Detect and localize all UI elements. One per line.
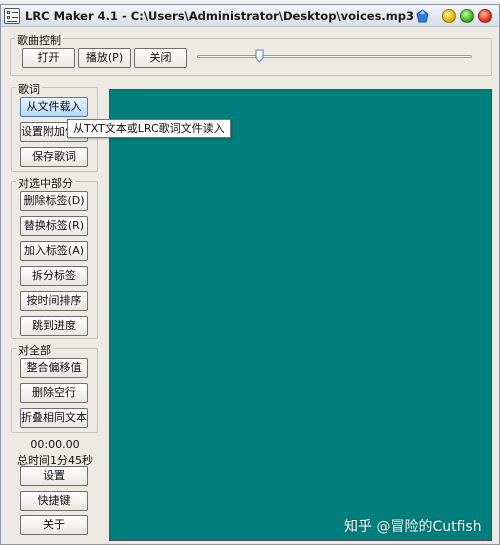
jump-to-progress-button[interactable]: 跳到进度	[20, 316, 88, 336]
load-tooltip: 从TXT文本或LRC歌词文件读入	[67, 119, 231, 138]
watermark: 知乎 @冒险的Cutfish	[344, 519, 482, 535]
delete-blank-lines-button[interactable]: 删除空行	[20, 383, 88, 403]
load-from-file-button[interactable]: 从文件载入	[20, 97, 88, 117]
sort-by-time-button[interactable]: 按时间排序	[20, 291, 88, 311]
window-title: LRC Maker 4.1 - C:\Users\Administrator\D…	[25, 9, 415, 23]
close-window-button[interactable]	[478, 9, 492, 23]
lrc-maker-window: LRC Maker 4.1 - C:\Users\Administrator\D…	[0, 4, 500, 545]
song-control-label: 歌曲控制	[15, 32, 63, 48]
merge-offset-button[interactable]: 整合偏移值	[20, 358, 88, 378]
open-button[interactable]: 打开	[22, 48, 75, 68]
settings-button[interactable]: 设置	[20, 466, 88, 486]
save-lyrics-button[interactable]: 保存歌词	[20, 147, 88, 167]
gem-icon[interactable]	[416, 9, 429, 23]
delete-tag-button[interactable]: 删除标签(D)	[20, 191, 88, 211]
close-button[interactable]: 关闭	[134, 48, 187, 68]
app-icon	[4, 8, 20, 24]
replace-tag-button[interactable]: 替换标签(R)	[20, 216, 88, 236]
play-button[interactable]: 播放(P)	[78, 48, 131, 68]
about-button[interactable]: 关于	[20, 515, 88, 535]
split-tag-button[interactable]: 拆分标签	[20, 266, 88, 286]
title-bar[interactable]: LRC Maker 4.1 - C:\Users\Administrator\D…	[1, 5, 499, 27]
fold-same-text-button[interactable]: 折叠相同文本	[20, 408, 88, 428]
current-time: 00:00.00	[30, 438, 80, 451]
shortcuts-button[interactable]: 快捷键	[20, 491, 88, 511]
progress-slider-track[interactable]	[197, 55, 472, 58]
selected-part-label: 对选中部分	[16, 175, 75, 191]
minimize-button[interactable]	[442, 9, 456, 23]
lyrics-editor-area[interactable]	[109, 89, 492, 541]
maximize-button[interactable]	[460, 9, 474, 23]
add-tag-button[interactable]: 加入标签(A)	[20, 241, 88, 261]
progress-slider-thumb[interactable]	[255, 49, 264, 63]
lyrics-label: 歌词	[16, 81, 42, 97]
all-label: 对全部	[16, 342, 53, 358]
